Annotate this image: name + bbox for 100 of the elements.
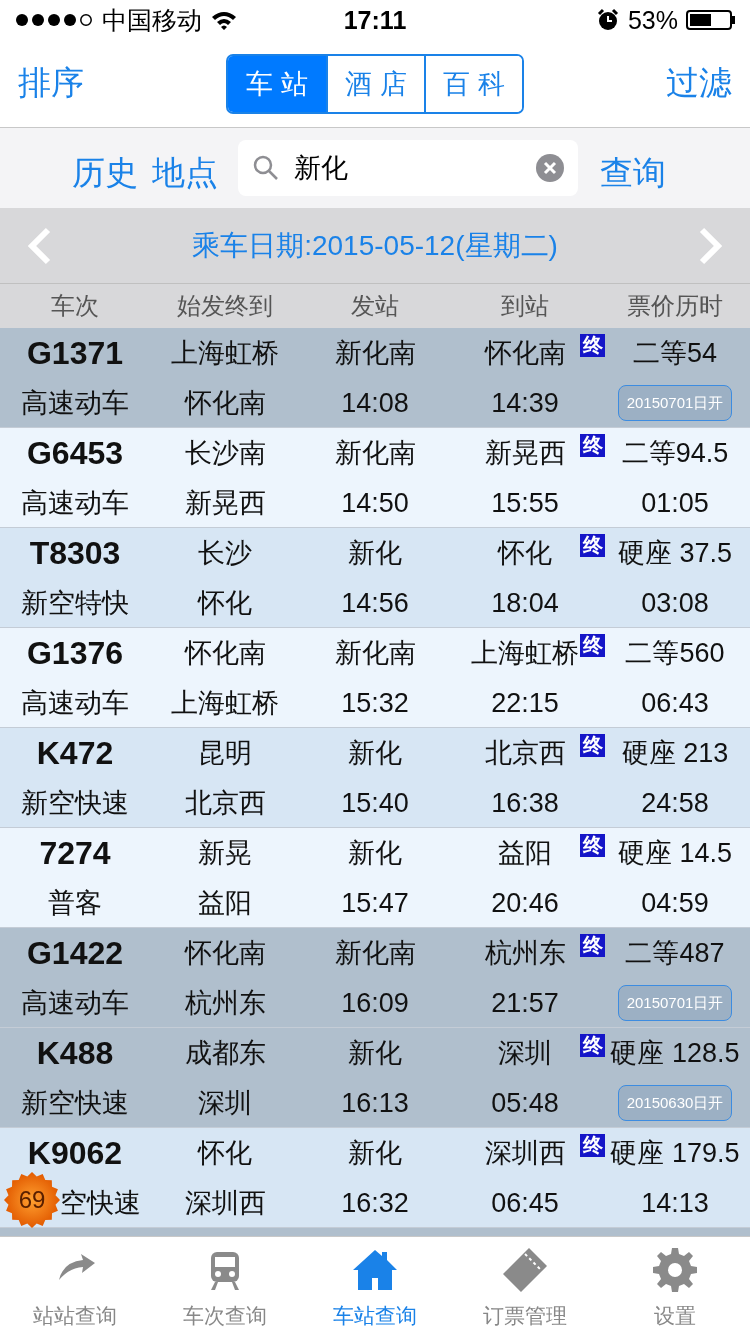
table-cell: 新晃 [198, 837, 252, 869]
clear-icon[interactable] [536, 154, 564, 182]
sale-date-tag: 20150701日开 [618, 985, 732, 1021]
table-cell: 新化 [348, 837, 402, 869]
terminal-tag: 终 [580, 334, 605, 357]
table-cell: 益阳 [498, 837, 552, 869]
table-cell: 怀化南 [184, 637, 266, 669]
table-cell: 昆明 [198, 737, 252, 769]
terminal-tag: 终 [580, 534, 605, 557]
table-cell: 北京西 [484, 737, 566, 769]
column-header: 发站 [350, 291, 400, 321]
table-cell: 硬座 14.5 [617, 837, 733, 869]
terminal-tag: 终 [580, 1034, 605, 1057]
table-cell: 高速动车 [21, 387, 129, 419]
train-row[interactable]: T8303 长沙 新化 怀化 硬座 37.5 新空特快 怀化 14:56 18:04 03:08 终 [0, 528, 750, 628]
table-cell: 二等54 [632, 337, 717, 369]
tab-bar-item[interactable]: 站站查询 [0, 1237, 150, 1334]
tab-bar-item[interactable]: 设置 [600, 1237, 750, 1334]
train-row[interactable]: G6453 长沙南 新化南 新晃西 二等94.5 高速动车 新晃西 14:50 15:55 01:05 终 [0, 428, 750, 528]
train-row[interactable]: K472 昆明 新化 北京西 硬座 213 新空快速 北京西 15:40 16:38 24:58 终 [0, 728, 750, 828]
table-cell: 新化 [348, 537, 402, 569]
table-cell: 怀化 [198, 1137, 252, 1169]
table-cell: 高速动车 [21, 687, 129, 719]
count-badge[interactable]: 69 [4, 1172, 60, 1228]
table-cell: 新空快速 [21, 787, 129, 819]
train-number: G1422 [26, 937, 124, 969]
table-cell: 上海虹桥 [171, 337, 279, 369]
train-number: 7274 [39, 837, 111, 869]
train-row[interactable]: 7274 新晃 新化 益阳 硬座 14.5 普客 益阳 15:47 20:46 04:59 终 [0, 828, 750, 928]
table-cell: 18:04 [491, 587, 559, 619]
column-header: 车次 [50, 291, 100, 321]
query-button[interactable]: 查询 [600, 150, 666, 196]
settings-icon [651, 1246, 699, 1294]
table-cell: 20:46 [491, 887, 559, 919]
table-cell: 新空快速 [21, 1087, 129, 1119]
table-cell: 硬座 179.5 [610, 1137, 740, 1169]
sale-date-tag: 20150701日开 [618, 385, 732, 421]
table-cell: 二等487 [625, 937, 725, 969]
table-cell: 成都东 [184, 1037, 266, 1069]
terminal-tag: 终 [580, 734, 605, 757]
carrier-name: 中国移动 [102, 4, 202, 36]
table-cell: 03:08 [641, 587, 709, 619]
sort-button[interactable]: 排序 [18, 61, 84, 106]
table-cell: 16:32 [341, 1187, 409, 1219]
train-row[interactable]: K488 成都东 新化 深圳 硬座 128.5 新空快速 深圳 16:13 05:48 20150630日开 终 [0, 1028, 750, 1128]
search-field[interactable]: 新化 [238, 140, 578, 196]
tab-bar-item[interactable]: 订票管理 [450, 1237, 600, 1334]
table-cell: 上海虹桥 [471, 637, 579, 669]
table-cell: 14:39 [491, 387, 559, 419]
train-number: K488 [36, 1037, 114, 1069]
table-cell: 15:40 [341, 787, 409, 819]
table-cell: 硬座 128.5 [610, 1037, 740, 1069]
terminal-tag: 终 [580, 934, 605, 957]
table-cell: 05:48 [491, 1087, 559, 1119]
table-cell: 二等560 [625, 637, 725, 669]
table-cell: 14:13 [641, 1187, 709, 1219]
train-row[interactable]: G1422 怀化南 新化南 杭州东 二等487 高速动车 杭州东 16:09 21:57 20150701日开 终 [0, 928, 750, 1028]
battery-icon [686, 10, 736, 30]
wifi-icon [210, 9, 238, 31]
table-cell: 硬座 37.5 [617, 537, 733, 569]
table-cell: 新化南 [334, 637, 416, 669]
table-cell: 新晃西 [484, 437, 566, 469]
table-cell: 怀化 [498, 537, 552, 569]
table-cell: 06:45 [491, 1187, 559, 1219]
clock-time: 17:11 [343, 5, 407, 35]
travel-date: 乘车日期:2015-05-12(星期二) [192, 228, 558, 263]
table-cell: 怀化 [198, 587, 252, 619]
alarm-icon [595, 8, 620, 32]
segment-tab[interactable]: 车站 [228, 55, 326, 112]
table-cell: 新晃西 [184, 487, 266, 519]
table-cell: 16:09 [341, 987, 409, 1019]
segment-tab[interactable]: 百科 [424, 55, 522, 112]
table-cell: 上海虹桥 [171, 687, 279, 719]
terminal-tag: 终 [580, 634, 605, 657]
terminal-tag: 终 [580, 1134, 605, 1157]
table-cell: 长沙 [198, 537, 252, 569]
table-cell: 新化南 [334, 937, 416, 969]
table-cell: 新化 [348, 737, 402, 769]
train-number: G1376 [26, 637, 124, 669]
table-cell: 杭州东 [184, 987, 266, 1019]
table-cell: 杭州东 [484, 937, 566, 969]
text-button[interactable]: 历史 [72, 150, 138, 196]
terminal-tag: 终 [580, 434, 605, 457]
table-cell: 15:32 [341, 687, 409, 719]
table-cell: 深圳西 [184, 1187, 266, 1219]
table-cell: 长沙南 [184, 437, 266, 469]
table-cell: 06:43 [641, 687, 709, 719]
filter-button[interactable]: 过滤 [666, 61, 732, 106]
tab-bar-item[interactable]: 车次查询 [150, 1237, 300, 1334]
train-row[interactable]: G1376 怀化南 新化南 上海虹桥 二等560 高速动车 上海虹桥 15:32 22:15 06:43 终 [0, 628, 750, 728]
table-cell: 14:08 [341, 387, 409, 419]
tab-bar-item[interactable]: 车站查询 [300, 1237, 450, 1334]
table-cell: 新化 [348, 1137, 402, 1169]
train-row[interactable]: G1371 上海虹桥 新化南 怀化南 二等54 高速动车 怀化南 14:08 14:39 20150701日开 终 [0, 328, 750, 428]
table-cell: 24:58 [641, 787, 709, 819]
table-cell: 高速动车 [21, 487, 129, 519]
table-cell: 深圳 [198, 1087, 252, 1119]
table-cell: 01:05 [641, 487, 709, 519]
text-button[interactable]: 地点 [152, 150, 218, 196]
table-cell: 北京西 [184, 787, 266, 819]
